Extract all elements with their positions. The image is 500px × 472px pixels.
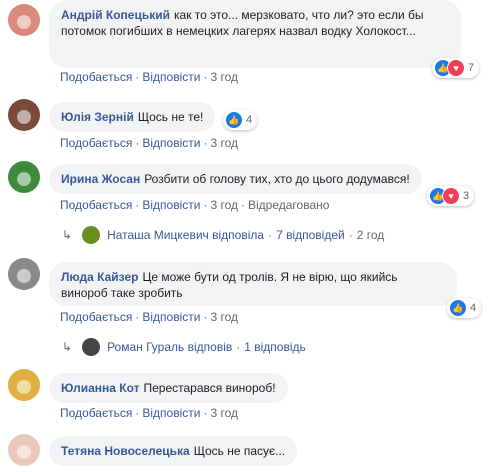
comment-bubble: Люда Кайзер Це може бути од тролів. Я не …: [49, 262, 457, 306]
avatar[interactable]: [8, 4, 40, 36]
comment-bubble: Юлианна Кот Перестарався винороб!: [49, 373, 288, 403]
replier-name: Наташа Мицкевич: [107, 228, 209, 242]
reaction-count: 4: [246, 114, 253, 126]
comment-text: Щось не те!: [137, 110, 204, 124]
reaction-count: 4: [470, 302, 477, 314]
comment-time[interactable]: 3 год: [210, 406, 238, 420]
avatar: [82, 226, 101, 244]
comment-author[interactable]: Ирина Жосан: [61, 172, 140, 186]
comment-author[interactable]: Тетяна Новоселецька: [61, 444, 190, 458]
edited-label: Відредаговано: [248, 198, 330, 212]
comment-time[interactable]: 3 год: [210, 136, 238, 150]
like-link[interactable]: Подобається: [60, 70, 132, 84]
like-link[interactable]: Подобається: [60, 310, 132, 324]
love-icon: ♥: [442, 187, 460, 205]
comment-bubble: Андрій Копецький как то это... мерзковато…: [49, 0, 461, 68]
reply-link[interactable]: Відповісти: [142, 136, 200, 150]
comment-time[interactable]: 3 год: [210, 198, 238, 212]
comment-bubble: Юлія Зерній Щось не те!: [49, 102, 216, 132]
comment-author[interactable]: Люда Кайзер: [61, 270, 138, 284]
reactions-badge[interactable]: 👍 4: [223, 110, 258, 130]
reactions-badge[interactable]: 👍 ♥ 3: [427, 186, 475, 206]
reaction-count: 3: [463, 190, 470, 202]
comment-actions: Подобається · Відповісти · 3 год: [60, 310, 238, 324]
reply-arrow-icon: ↳: [62, 340, 73, 354]
comment-author[interactable]: Юлианна Кот: [61, 381, 140, 395]
comment-actions: Подобається · Відповісти · 3 год: [60, 406, 238, 420]
comment-author[interactable]: Андрій Копецький: [61, 8, 170, 22]
like-link[interactable]: Подобається: [60, 406, 132, 420]
reply-verb: відповів: [187, 340, 233, 354]
comment-actions: Подобається · Відповісти · 3 год: [60, 136, 238, 150]
comment-actions: Подобається · Відповісти · 3 год · Відредагова…: [60, 198, 330, 212]
avatar[interactable]: [8, 434, 40, 466]
comment-text: Щось не пасує...: [193, 444, 286, 458]
avatar: [82, 338, 101, 356]
like-icon: 👍: [225, 111, 243, 129]
reply-link[interactable]: Відповісти: [142, 198, 200, 212]
reply-link[interactable]: Відповісти: [142, 406, 200, 420]
comment-time[interactable]: 3 год: [210, 310, 238, 324]
reactions-badge[interactable]: 👍 ♥ 7: [432, 58, 480, 78]
comment-author[interactable]: Юлія Зерній: [61, 110, 134, 124]
comment-bubble: Тетяна Новоселецька Щось не пасує...: [49, 436, 298, 466]
reply-count: 1 відповідь: [244, 340, 306, 354]
avatar[interactable]: [8, 99, 40, 131]
reply-time: 2 год: [356, 228, 385, 242]
reply-link[interactable]: Відповісти: [142, 310, 200, 324]
view-replies[interactable]: ↳ Роман Гураль відповів · 1 відповідь: [62, 338, 306, 356]
avatar[interactable]: [8, 258, 40, 290]
like-icon: 👍: [449, 299, 467, 317]
comment-text: Перестарався винороб!: [143, 381, 276, 395]
like-link[interactable]: Подобається: [60, 198, 132, 212]
like-link[interactable]: Подобається: [60, 136, 132, 150]
reactions-badge[interactable]: 👍 4: [447, 298, 482, 318]
replier-name: Роман Гураль: [107, 340, 185, 354]
comment-bubble: Ирина Жосан Розбити об голову тих, хто до…: [49, 164, 422, 194]
avatar[interactable]: [8, 161, 40, 193]
comment-text: Розбити об голову тих, хто до цього доду…: [144, 172, 410, 186]
reaction-count: 7: [468, 62, 475, 74]
reply-arrow-icon: ↳: [62, 228, 73, 242]
reply-link[interactable]: Відповісти: [142, 70, 200, 84]
view-replies[interactable]: ↳ Наташа Мицкевич відповіла · 7 відповідей…: [62, 226, 384, 244]
comment-time[interactable]: 3 год: [210, 70, 238, 84]
comment-actions: Подобається · Відповісти · 3 год: [60, 70, 238, 84]
reply-verb: відповіла: [212, 228, 265, 242]
love-icon: ♥: [447, 59, 465, 77]
reply-count: 7 відповідей: [276, 228, 345, 242]
avatar[interactable]: [8, 369, 40, 401]
